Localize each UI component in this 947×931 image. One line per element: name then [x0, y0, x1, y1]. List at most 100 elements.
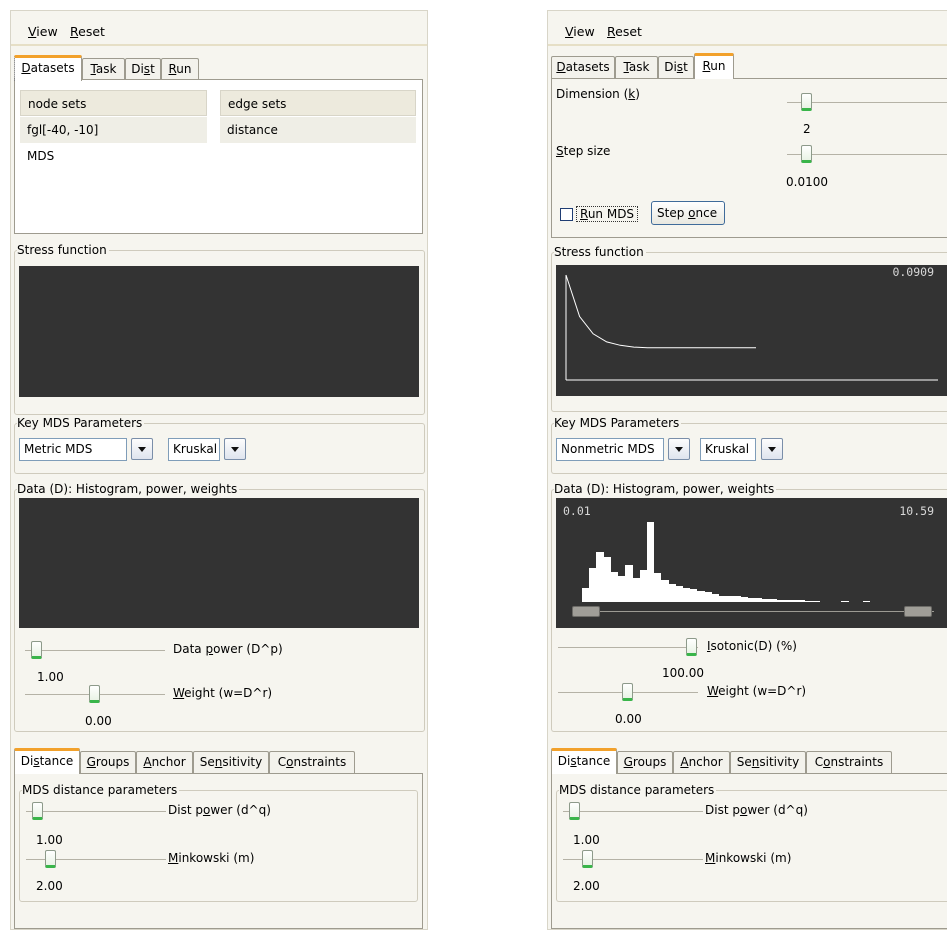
chevron-down-icon [231, 447, 239, 452]
dist-power-slider[interactable] [32, 802, 44, 820]
mds-type-dropdown[interactable] [131, 438, 153, 460]
node-set-item[interactable]: fgl[-40, -10] [20, 117, 207, 143]
stress-function-group: Stress function 0.0909 [551, 245, 947, 412]
weight-slider[interactable] [622, 683, 633, 701]
node-set-item[interactable]: MDS [20, 143, 207, 169]
key-params-group: Key MDS Parameters Nonmetric MDS Kruskal [551, 416, 947, 474]
dist-power-value: 1.00 [573, 833, 600, 847]
weight-slider[interactable] [89, 685, 100, 703]
menu-view[interactable]: View [565, 24, 595, 39]
run-mds-label[interactable]: Run MDS [576, 206, 639, 222]
histogram-range-track [574, 611, 934, 612]
top-tabs: Datasets Task Dist Run [14, 55, 314, 81]
histogram-range-min-handle[interactable] [572, 606, 600, 617]
menu-reset[interactable]: Reset [70, 24, 105, 39]
tab-dist[interactable]: Dist [658, 56, 694, 78]
dimension-label: Dimension (k) [556, 87, 640, 101]
tab-sensitivity[interactable]: Sensitivity [730, 751, 806, 773]
stress-type-dropdown[interactable] [224, 438, 246, 460]
tab-dist[interactable]: Dist [125, 58, 161, 80]
data-group: Data (D): Histogram, power, weights 0.01… [551, 482, 947, 732]
step-size-label: Step size [556, 144, 611, 158]
minkowski-value: 2.00 [36, 879, 63, 893]
dist-params-title: MDS distance parameters [559, 783, 717, 797]
tab-task[interactable]: Task [615, 56, 658, 78]
tab-groups[interactable]: Groups [617, 751, 673, 773]
minkowski-label: Minkowski (m) [705, 851, 792, 865]
data-histogram: 0.01 10.59 [556, 498, 947, 628]
mds-type-select[interactable]: Metric MDS [19, 438, 127, 461]
minkowski-slider[interactable] [582, 850, 594, 868]
key-params-title: Key MDS Parameters [17, 416, 145, 430]
histogram-bars [556, 498, 947, 628]
tab-groups[interactable]: Groups [80, 751, 136, 773]
dist-power-label: Dist power (d^q) [168, 803, 271, 817]
tab-distance[interactable]: Distance [14, 748, 80, 774]
dist-params-group: MDS distance parameters Dist power (d^q)… [19, 783, 418, 902]
mds-type-select[interactable]: Nonmetric MDS [556, 438, 664, 461]
stress-function-title: Stress function [554, 245, 646, 259]
menu-bar: View Reset [548, 11, 947, 46]
isotonic-track [558, 647, 698, 648]
minkowski-slider[interactable] [45, 850, 57, 868]
data-power-slider[interactable] [31, 641, 43, 659]
tab-constraints[interactable]: Constraints [269, 751, 355, 773]
data-histogram [19, 498, 419, 628]
tab-datasets[interactable]: Datasets [551, 56, 615, 78]
step-size-value: 0.0100 [786, 175, 828, 189]
stress-plot: 0.0909 [556, 265, 947, 396]
stress-type-dropdown[interactable] [761, 438, 783, 460]
stress-type-select[interactable]: Kruskal [700, 438, 756, 461]
key-params-title: Key MDS Parameters [554, 416, 682, 430]
key-params-group: Key MDS Parameters Metric MDS Kruskal [14, 416, 425, 474]
run-mds-checkbox[interactable] [560, 208, 573, 221]
node-sets-header: node sets [20, 90, 207, 116]
dimension-slider[interactable] [801, 93, 812, 111]
top-tabs: Datasets Task Dist Run [551, 53, 851, 79]
minkowski-label: Minkowski (m) [168, 851, 255, 865]
bottom-tabs: Distance Groups Anchor Sensitivity Const… [14, 748, 374, 774]
menu-reset[interactable]: Reset [607, 24, 642, 39]
distance-pane: MDS distance parameters Dist power (d^q)… [14, 773, 423, 929]
tab-run[interactable]: Run [694, 53, 734, 79]
tab-sensitivity[interactable]: Sensitivity [193, 751, 269, 773]
stress-plot [19, 266, 419, 397]
left-panel: View Reset Datasets Task Dist Run node s… [10, 10, 428, 930]
stress-value-label: 0.0909 [892, 265, 934, 279]
edge-set-item[interactable]: distance [220, 117, 416, 143]
stress-series-line [565, 274, 756, 349]
dist-power-track [563, 811, 703, 812]
dist-params-group: MDS distance parameters Dist power (d^q)… [556, 783, 947, 902]
weight-value: 0.00 [615, 712, 642, 726]
dist-params-title: MDS distance parameters [22, 783, 180, 797]
dist-power-track [26, 811, 166, 812]
histogram-range-max-handle[interactable] [904, 606, 932, 617]
step-once-button[interactable]: Step once [651, 201, 725, 225]
dist-power-slider[interactable] [569, 802, 581, 820]
isotonic-label: Isotonic(D) (%) [707, 639, 797, 653]
weight-label: Weight (w=D^r) [707, 684, 807, 698]
tab-task[interactable]: Task [82, 58, 125, 80]
tab-constraints[interactable]: Constraints [806, 751, 892, 773]
stress-function-title: Stress function [17, 243, 109, 257]
data-title: Data (D): Histogram, power, weights [17, 482, 240, 496]
tab-distance[interactable]: Distance [551, 748, 617, 774]
minkowski-value: 2.00 [573, 879, 600, 893]
data-power-track [25, 650, 165, 651]
tab-anchor[interactable]: Anchor [673, 751, 730, 773]
stress-type-select[interactable]: Kruskal [168, 438, 220, 461]
chevron-down-icon [675, 447, 683, 452]
tab-anchor[interactable]: Anchor [136, 751, 193, 773]
datasets-pane: node sets edge sets fgl[-40, -10] MDS di… [14, 79, 423, 234]
histogram-bar [862, 601, 871, 602]
distance-pane: MDS distance parameters Dist power (d^q)… [551, 773, 947, 929]
menu-view[interactable]: View [28, 24, 58, 39]
isotonic-slider[interactable] [686, 638, 697, 656]
step-size-slider[interactable] [801, 145, 812, 163]
mds-type-dropdown[interactable] [668, 438, 690, 460]
stress-chart [565, 274, 938, 381]
tab-run[interactable]: Run [161, 58, 199, 80]
data-group: Data (D): Histogram, power, weights Data… [14, 482, 425, 732]
weight-value: 0.00 [85, 714, 112, 728]
tab-datasets[interactable]: Datasets [14, 55, 82, 81]
